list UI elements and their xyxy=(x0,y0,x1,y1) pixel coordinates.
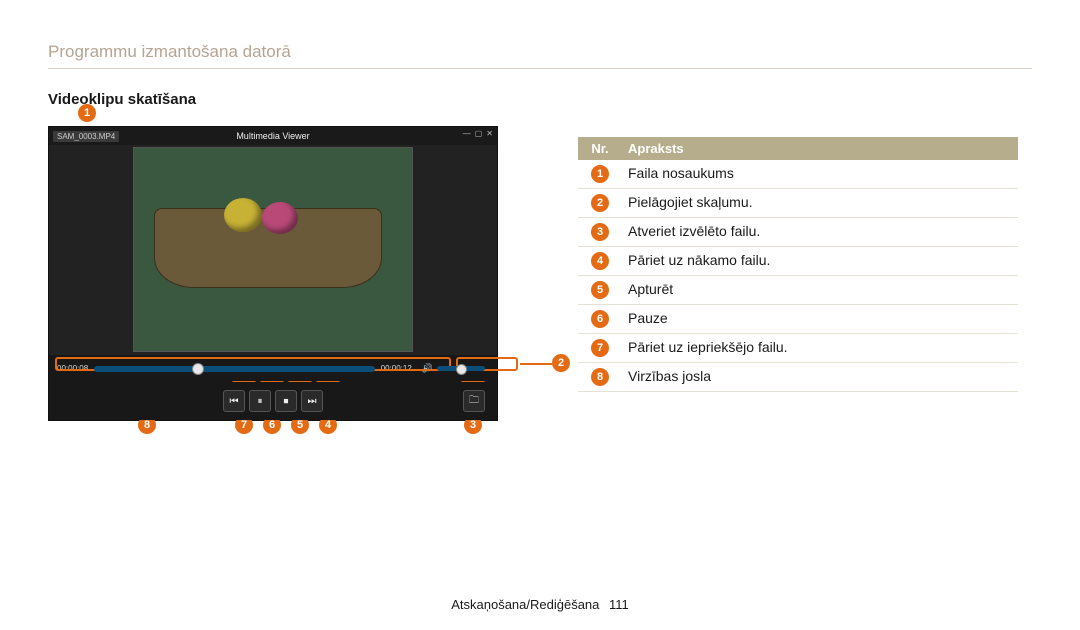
footer-chapter: Atskaņošana/Rediģēšana xyxy=(451,597,599,612)
callout-marker-2: 2 xyxy=(552,354,570,372)
legend-row: 2 Pielāgojiet skaļumu. xyxy=(578,189,1018,218)
legend-dot: 1 xyxy=(591,165,609,183)
sub-title: Videoklipu skatīšana xyxy=(48,91,518,108)
progress-bar[interactable] xyxy=(94,366,375,372)
time-current: 00:00:08 xyxy=(57,364,88,373)
legend-row: 1 Faila nosaukums xyxy=(578,160,1018,189)
stop-button[interactable]: ⏹ xyxy=(275,390,297,412)
window-controls: — ▢ ✕ xyxy=(463,129,493,138)
legend-header-desc: Apraksts xyxy=(622,137,1018,160)
connector-line xyxy=(520,363,552,365)
legend-header-nr: Nr. xyxy=(578,137,622,160)
legend-dot: 6 xyxy=(591,310,609,328)
volume-icon: 🔊 xyxy=(422,363,433,374)
legend-row: 7 Pāriet uz iepriekšējo failu. xyxy=(578,334,1018,363)
time-total: 00:00:12 xyxy=(381,364,412,373)
next-button[interactable]: ⏭ xyxy=(301,390,323,412)
legend-desc: Virzības josla xyxy=(622,363,1018,391)
video-frame xyxy=(133,147,413,352)
legend-desc: Pāriet uz iepriekšējo failu. xyxy=(622,334,1018,362)
legend-row: 8 Virzības josla xyxy=(578,363,1018,392)
legend-header: Nr. Apraksts xyxy=(578,137,1018,160)
controls-row: ⏮ ⏸ ⏹ ⏭ 🗀 xyxy=(49,382,497,420)
legend-dot: 8 xyxy=(591,368,609,386)
legend-desc: Apturēt xyxy=(622,276,1018,304)
legend-table: Nr. Apraksts 1 Faila nosaukums 2 Pielāgo… xyxy=(578,137,1018,421)
video-area xyxy=(49,145,497,355)
legend-row: 6 Pauze xyxy=(578,305,1018,334)
file-chip: SAM_0003.MP4 xyxy=(53,131,119,142)
legend-dot: 7 xyxy=(591,339,609,357)
legend-desc: Faila nosaukums xyxy=(622,160,1018,188)
legend-desc: Pielāgojiet skaļumu. xyxy=(622,189,1018,217)
titlebar: SAM_0003.MP4 Multimedia Viewer — ▢ ✕ xyxy=(49,127,497,145)
legend-desc: Pāriet uz nākamo failu. xyxy=(622,247,1018,275)
legend-desc: Atveriet izvēlēto failu. xyxy=(622,218,1018,246)
callout-marker-1: 1 xyxy=(78,104,96,122)
window-title: Multimedia Viewer xyxy=(236,131,309,141)
minimize-icon[interactable]: — xyxy=(463,129,471,138)
legend-row: 3 Atveriet izvēlēto failu. xyxy=(578,218,1018,247)
legend-row: 5 Apturēt xyxy=(578,276,1018,305)
section-title: Programmu izmantošana datorā xyxy=(48,42,1032,62)
legend-dot: 4 xyxy=(591,252,609,270)
legend-desc: Pauze xyxy=(622,305,1018,333)
progress-thumb[interactable] xyxy=(192,363,204,375)
legend-dot: 5 xyxy=(591,281,609,299)
divider xyxy=(48,68,1032,69)
legend-row: 4 Pāriet uz nākamo failu. xyxy=(578,247,1018,276)
progress-row: 00:00:08 00:00:12 🔊 xyxy=(49,355,497,382)
volume-control[interactable]: 🔊 xyxy=(418,361,489,376)
pause-button[interactable]: ⏸ xyxy=(249,390,271,412)
media-viewer-window: SAM_0003.MP4 Multimedia Viewer — ▢ ✕ xyxy=(48,126,498,421)
legend-dot: 2 xyxy=(591,194,609,212)
prev-button[interactable]: ⏮ xyxy=(223,390,245,412)
open-file-button[interactable]: 🗀 xyxy=(463,390,485,412)
viewer-diagram: 1 2 3 4 5 6 7 8 SAM_0003.MP4 Multimedia … xyxy=(48,126,518,421)
close-icon[interactable]: ✕ xyxy=(486,129,493,138)
page-footer: Atskaņošana/Rediģēšana 111 xyxy=(0,597,1080,612)
footer-page-number: 111 xyxy=(609,597,629,612)
legend-dot: 3 xyxy=(591,223,609,241)
volume-bar[interactable] xyxy=(437,366,485,371)
maximize-icon[interactable]: ▢ xyxy=(475,129,483,138)
